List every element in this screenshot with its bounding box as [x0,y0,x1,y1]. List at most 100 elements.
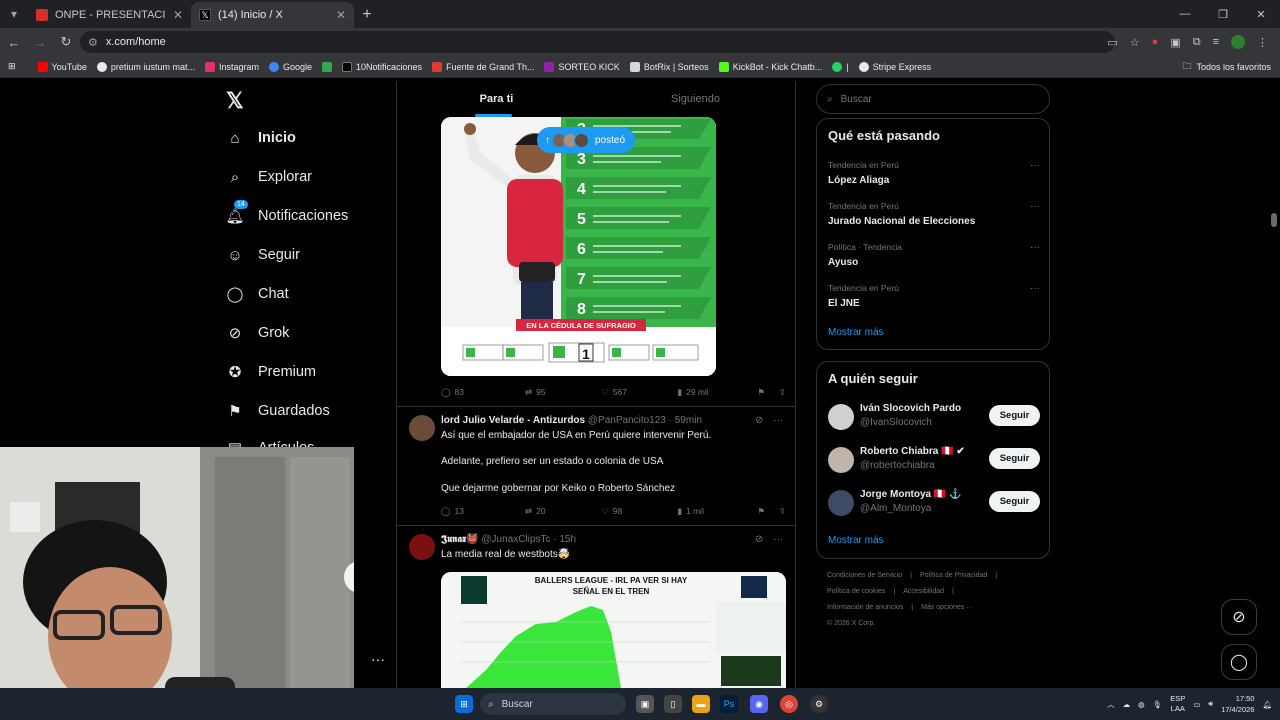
clock[interactable]: 17:50 17/4/2026 [1221,693,1254,715]
post-image-ballers-league[interactable]: BALLERS LEAGUE - IRL PA VER SI HAY SEÑAL… [441,572,786,688]
author-handle[interactable]: @PanPancito123 [588,415,666,426]
follow-button[interactable]: Seguir [989,405,1040,426]
more-icon[interactable]: ··· [1030,242,1040,253]
puzzle-icon[interactable]: ⧉ [1193,36,1201,49]
show-more-follows-link[interactable]: Mostrar más [828,535,884,546]
bookmark-post-icon[interactable]: ⚑ [757,506,778,517]
language-indicator[interactable]: ESP LAA [1170,694,1185,714]
share-icon[interactable]: ⇪ [779,506,786,517]
bookmark-post-icon[interactable]: ⚑ [757,387,778,398]
tab-siguiendo[interactable]: Siguiendo [596,81,795,117]
trend-item[interactable]: Tendencia en Perú El JNE ··· [828,283,1040,309]
footer-link[interactable]: Condiciones de Servicio [827,572,902,579]
search-input[interactable]: ⌕ Buscar [816,84,1050,114]
avatar[interactable] [828,404,854,430]
chevron-up-icon[interactable]: ︿ [1107,699,1115,710]
microphone-icon[interactable]: 🎙︎ [1153,700,1163,709]
start-icon[interactable]: ⊞ [455,695,473,713]
repost-button[interactable]: ⇄ 95 [525,387,601,398]
file-explorer-icon[interactable]: ▬ [692,695,710,713]
avatar[interactable] [828,447,854,473]
restore-icon[interactable]: ❐ [1204,0,1242,28]
nav-premium[interactable]: ✪ Premium [226,363,316,381]
follow-button[interactable]: Seguir [989,491,1040,512]
more-icon[interactable]: ··· [773,415,783,426]
bookmark-instagram[interactable]: Instagram [200,61,264,72]
follow-button[interactable]: Seguir [989,448,1040,469]
bookmark-stripe[interactable]: Stripe Express [854,61,937,72]
page-scrollbar[interactable] [1271,213,1277,227]
nav-explorar[interactable]: ⌕ Explorar [226,168,312,186]
reload-icon[interactable]: ↻ [54,30,78,54]
post-image-campaign-poster[interactable]: 234 5678 [441,117,716,376]
back-icon[interactable]: ← [2,30,26,54]
bookmark-fuente-gta[interactable]: Fuente de Grand Th... [427,61,539,72]
repost-button[interactable]: ⇄ 20 [525,506,601,517]
chat-float-icon[interactable]: ◯ [1221,644,1257,680]
author-name[interactable]: lord Julio Velarde - Antizurdos [441,415,585,426]
footer-link[interactable]: Política de cookies [827,588,885,595]
profile-avatar-icon[interactable] [1231,35,1245,49]
nav-chat[interactable]: ◯ Chat [226,285,289,303]
browser-tab-x[interactable]: 𝕏 (14) Inicio / X ✕ [191,2,354,28]
grok-float-icon[interactable]: ⊘ [1221,599,1257,635]
new-posts-pill[interactable]: ↑ posteó [537,127,636,153]
nav-seguir[interactable]: ☺ Seguir [226,246,300,264]
all-bookmarks-folder[interactable]: 🗀 Todos los favoritos [1182,56,1271,78]
avatar[interactable] [828,490,854,516]
like-button[interactable]: ♡ 98 [601,506,677,517]
site-info-icon[interactable]: ⚙ [88,36,98,49]
avatar[interactable] [409,534,435,560]
trend-item[interactable]: Tendencia en Perú Jurado Nacional de Elec… [828,201,1040,227]
browser-tab-onpe[interactable]: ONPE - PRESENTACIÓN DE RESULTADOS ✕ [28,2,191,28]
more-icon[interactable]: ··· [1030,201,1040,212]
author-name[interactable]: 𝕵𝖚𝖓𝖆𝖝👹 [441,534,479,545]
chrome-icon[interactable]: ◎ [780,695,798,713]
tab-para-ti[interactable]: Para ti [397,81,596,117]
nav-grok[interactable]: ⊘ Grok [226,324,290,342]
close-tab-icon[interactable]: ✕ [336,8,346,22]
reply-button[interactable]: ◯ 83 [441,387,525,398]
grok-explain-icon[interactable]: ⊘ [755,534,763,545]
bookmark-10notificaciones[interactable]: 10Notificaciones [337,61,427,72]
post-time[interactable]: · 59min [669,415,702,426]
account-more-icon[interactable]: ··· [371,651,385,667]
trend-item[interactable]: Tendencia en Perú López Aliaga ··· [828,160,1040,186]
bookmark-google[interactable]: Google [264,61,317,72]
nav-guardados[interactable]: ⚑ Guardados [226,402,329,420]
more-icon[interactable]: ··· [773,534,783,545]
discord-icon[interactable]: ◉ [750,695,768,713]
nav-notificaciones[interactable]: 🔔︎ 14 Notificaciones [225,200,348,225]
new-tab-button[interactable]: + [354,2,380,28]
post-time[interactable]: · 15h [553,534,576,545]
onedrive-icon[interactable]: ☁ [1123,700,1131,709]
bookmark-youtube[interactable]: YouTube [33,61,92,72]
author-handle[interactable]: @JunaxClipsTc [481,534,550,545]
footer-link[interactable]: Información de anuncios [827,604,903,611]
x-logo-icon[interactable]: 𝕏 [226,88,244,114]
minimize-icon[interactable]: — [1166,0,1204,28]
monitor-icon[interactable]: ▭ [1193,700,1200,709]
apps-icon[interactable]: ⊞ [0,61,21,72]
follow-suggestion[interactable]: Iván Slocovich Pardo @IvanSlocovich Segu… [828,402,1040,432]
avatar[interactable] [409,415,435,441]
more-icon[interactable]: ··· [1030,283,1040,294]
footer-link[interactable]: Más opciones ··· [921,604,973,611]
bookmark-kickbot[interactable]: KickBot - Kick Chatb... [714,61,828,72]
grok-explain-icon[interactable]: ⊘ [755,415,763,426]
photoshop-icon[interactable]: Ps [720,695,738,713]
tab-search-button[interactable]: ▾ [0,0,28,28]
views-button[interactable]: ▮ 29 mil [677,387,757,398]
bookmark-sorteo-kick[interactable]: SORTEO KICK [539,61,624,72]
nav-inicio[interactable]: ⌂ Inicio [226,129,295,147]
network-icon[interactable]: ◍ [1138,700,1145,709]
show-more-trends-link[interactable]: Mostrar más [828,327,884,338]
media-icon[interactable]: ≡ [1213,36,1219,48]
reply-button[interactable]: ◯ 13 [441,506,525,517]
extension-icon[interactable]: ▣ [1170,36,1180,49]
close-window-icon[interactable]: ✕ [1242,0,1280,28]
speaker-icon[interactable]: 🔊︎ [1208,699,1213,709]
extension-red-icon[interactable]: ● [1152,36,1159,48]
bookmark-unnamed[interactable] [317,61,337,72]
share-icon[interactable]: ⇪ [779,387,786,398]
